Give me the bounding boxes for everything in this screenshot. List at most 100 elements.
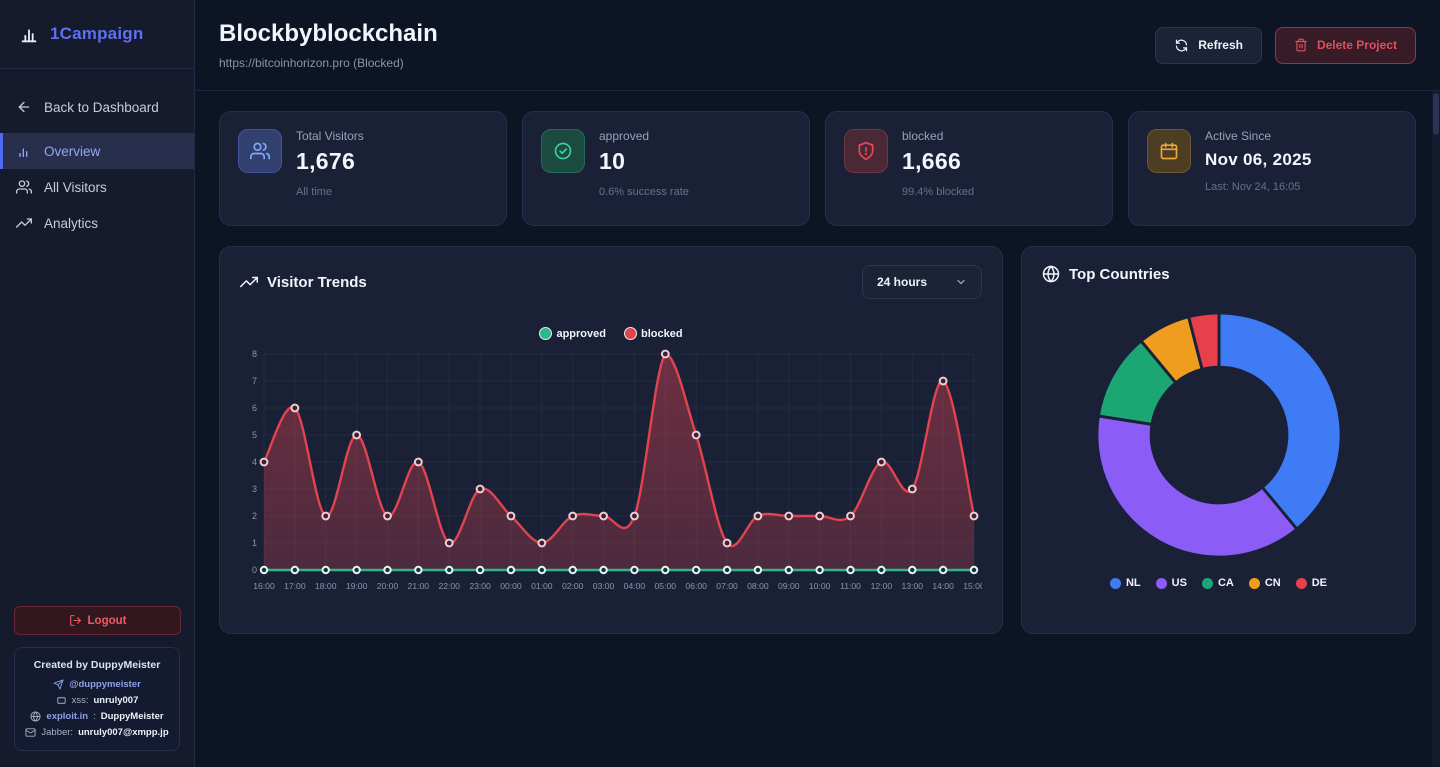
legend-item-blocked[interactable]: blocked [624, 327, 683, 340]
sidebar-item-all-visitors[interactable]: All Visitors [0, 169, 194, 205]
jabber-value: unruly007@xmpp.jp [78, 727, 169, 738]
stat-card-total-visitors: Total Visitors 1,676 All time [219, 111, 507, 226]
svg-text:00:00: 00:00 [500, 581, 522, 591]
svg-text:8: 8 [252, 349, 257, 359]
globe-icon [1042, 265, 1060, 283]
top-countries-donut-chart[interactable] [1093, 309, 1345, 561]
telegram-icon [53, 679, 64, 690]
refresh-icon [1174, 38, 1189, 53]
legend-item-approved[interactable]: approved [539, 327, 606, 340]
delete-project-label: Delete Project [1317, 38, 1397, 52]
svg-text:03:00: 03:00 [593, 581, 615, 591]
stat-sub: All time [296, 186, 364, 198]
svg-text:02:00: 02:00 [562, 581, 584, 591]
stat-sub: 0.6% success rate [599, 186, 689, 198]
svg-text:13:00: 13:00 [902, 581, 924, 591]
credit-telegram[interactable]: @duppymeister [21, 679, 173, 690]
exploit-sep: : [93, 711, 96, 722]
visitor-trends-panel: Visitor Trends 24 hours approvedblocked … [219, 246, 1003, 634]
svg-text:15:00: 15:00 [963, 581, 982, 591]
svg-text:22:00: 22:00 [438, 581, 460, 591]
scrollbar-thumb[interactable] [1433, 93, 1439, 135]
credits-title: Created by DuppyMeister [21, 659, 173, 671]
top-countries-panel: Top Countries NL US CA CN DE [1021, 246, 1416, 634]
stat-value: 1,676 [296, 148, 364, 175]
main-area: Blockbyblockchain https://bitcoinhorizon… [195, 0, 1440, 767]
svg-text:08:00: 08:00 [747, 581, 769, 591]
stats-row: Total Visitors 1,676 All time approved 1… [219, 111, 1416, 226]
legend-label: DE [1312, 577, 1327, 589]
stat-value: 10 [599, 148, 689, 175]
stat-label: Active Since [1205, 129, 1312, 143]
svg-text:5: 5 [252, 430, 257, 440]
legend-item-CA[interactable]: CA [1202, 577, 1234, 589]
arrow-left-icon [16, 99, 32, 115]
svg-text:23:00: 23:00 [469, 581, 491, 591]
trending-up-icon [240, 273, 258, 291]
project-url: https://bitcoinhorizon.pro (Blocked) [219, 56, 438, 70]
sidebar-item-label: Overview [44, 144, 100, 159]
stat-card-approved: approved 10 0.6% success rate [522, 111, 810, 226]
legend-label: CA [1218, 577, 1234, 589]
stat-label: approved [599, 129, 689, 143]
legend-label: US [1172, 577, 1187, 589]
svg-text:20:00: 20:00 [377, 581, 399, 591]
legend-dot [1156, 578, 1167, 589]
xss-label: xss: [72, 695, 89, 706]
visitor-trends-title: Visitor Trends [240, 273, 367, 291]
chevron-down-icon [955, 276, 967, 288]
xss-value: unruly007 [94, 695, 139, 706]
refresh-button[interactable]: Refresh [1155, 27, 1262, 64]
legend-item-US[interactable]: US [1156, 577, 1187, 589]
svg-text:16:00: 16:00 [253, 581, 275, 591]
svg-text:4: 4 [252, 457, 257, 467]
sidebar-nav: Back to Dashboard Overview All Visitors [0, 69, 194, 241]
legend-item-NL[interactable]: NL [1110, 577, 1141, 589]
legend-dot [539, 327, 552, 340]
stat-sub: 99.4% blocked [902, 186, 974, 198]
legend-dot [1296, 578, 1307, 589]
svg-text:18:00: 18:00 [315, 581, 337, 591]
globe-icon [30, 711, 41, 722]
logout-button[interactable]: Logout [14, 606, 181, 635]
bar-chart-icon [16, 143, 32, 159]
top-countries-title: Top Countries [1042, 265, 1170, 283]
shield-alert-icon [844, 129, 888, 173]
legend-dot [1249, 578, 1260, 589]
refresh-label: Refresh [1198, 38, 1243, 52]
scrollbar[interactable] [1432, 91, 1440, 767]
sidebar-item-analytics[interactable]: Analytics [0, 205, 194, 241]
logout-icon [69, 614, 82, 627]
stat-card-active-since: Active Since Nov 06, 2025 Last: Nov 24, … [1128, 111, 1416, 226]
svg-text:7: 7 [252, 376, 257, 386]
page-header: Blockbyblockchain https://bitcoinhorizon… [195, 0, 1440, 91]
legend-item-DE[interactable]: DE [1296, 577, 1327, 589]
panel-title-text: Top Countries [1069, 266, 1170, 283]
stat-card-blocked: blocked 1,666 99.4% blocked [825, 111, 1113, 226]
trend-legend: approved blocked [240, 327, 982, 340]
delete-project-button[interactable]: Delete Project [1275, 27, 1416, 64]
svg-text:04:00: 04:00 [624, 581, 646, 591]
svg-text:10:00: 10:00 [809, 581, 831, 591]
svg-text:14:00: 14:00 [932, 581, 954, 591]
trash-icon [1294, 38, 1308, 52]
legend-item-CN[interactable]: CN [1249, 577, 1281, 589]
legend-dot [624, 327, 637, 340]
calendar-icon [1147, 129, 1191, 173]
trending-up-icon [16, 215, 32, 231]
credits-card: Created by DuppyMeister @duppymeister xs… [14, 647, 180, 751]
sidebar-item-back-to-dashboard[interactable]: Back to Dashboard [0, 89, 194, 125]
exploit-value: DuppyMeister [101, 711, 164, 722]
stat-label: blocked [902, 129, 974, 143]
panel-title-text: Visitor Trends [267, 274, 367, 291]
credit-jabber: Jabber: unruly007@xmpp.jp [21, 727, 173, 738]
sidebar-item-overview[interactable]: Overview [0, 133, 194, 169]
visitor-trends-chart[interactable]: 01234567816:0017:0018:0019:0020:0021:002… [240, 344, 982, 596]
app-name: 1Campaign [50, 24, 143, 44]
legend-label: blocked [641, 328, 683, 340]
users-icon [238, 129, 282, 173]
svg-text:11:00: 11:00 [840, 581, 861, 591]
credit-xss: xss: unruly007 [21, 695, 173, 706]
sidebar-item-label: All Visitors [44, 180, 107, 195]
time-range-select[interactable]: 24 hours [862, 265, 982, 299]
